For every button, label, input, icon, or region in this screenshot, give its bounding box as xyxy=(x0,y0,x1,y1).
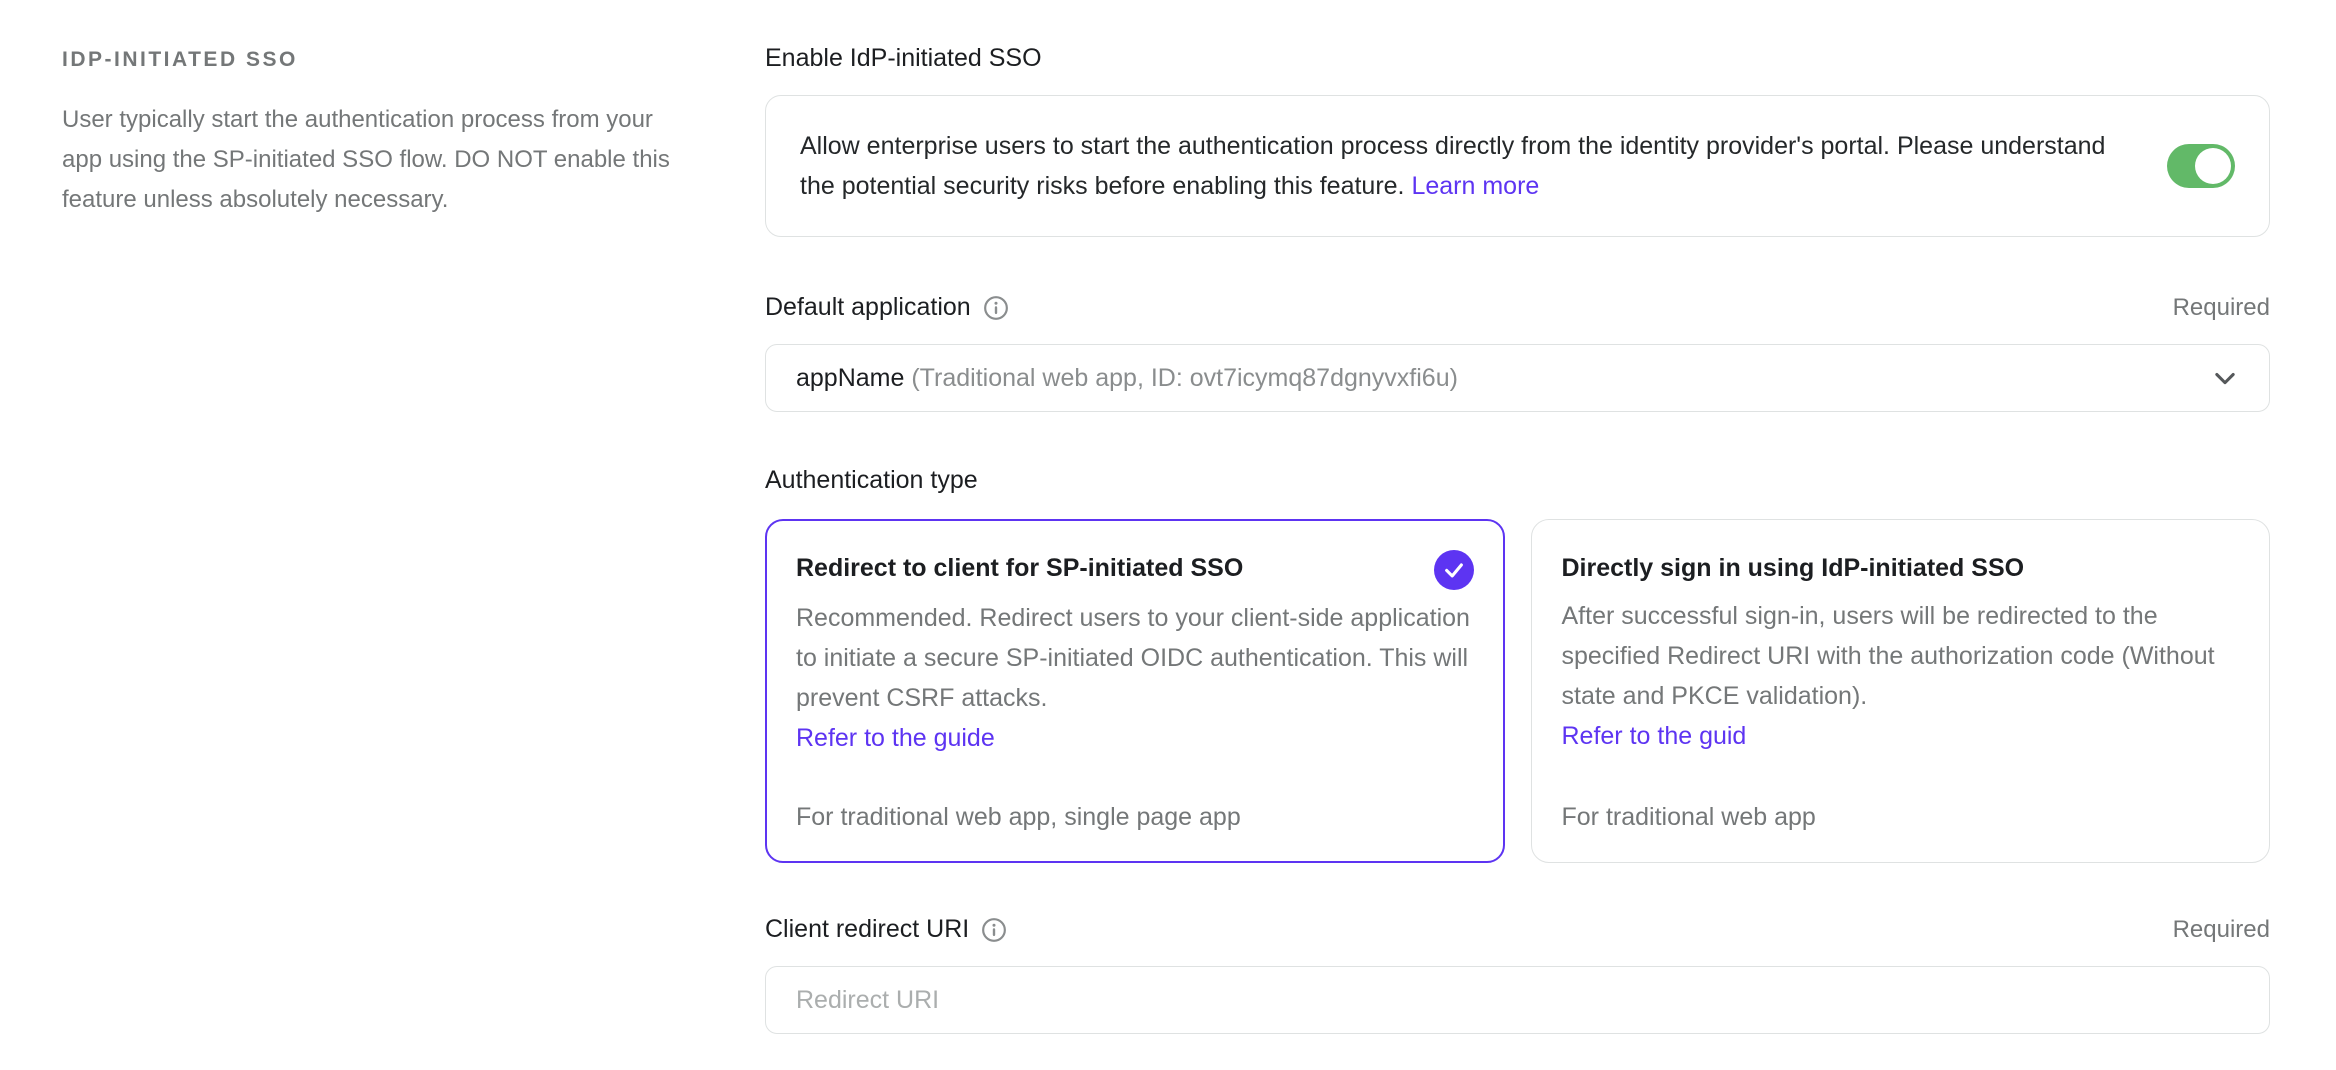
idp-initiated-sso-settings-page: IDP-INITIATED SSO User typically start t… xyxy=(0,0,2336,1070)
authentication-type-label: Authentication type xyxy=(765,466,978,495)
option-head: Redirect to client for SP-initiated SSO xyxy=(796,548,1474,590)
app-name: appName xyxy=(796,364,904,392)
default-application-label-text: Default application xyxy=(765,293,971,322)
info-icon[interactable] xyxy=(981,917,1007,943)
client-redirect-uri-label-text: Client redirect URI xyxy=(765,915,969,944)
section-description: User typically start the authentication … xyxy=(62,100,672,220)
option-description: After successful sign-in, users will be … xyxy=(1562,596,2240,716)
authentication-type-label-row: Authentication type xyxy=(765,466,2270,495)
option-head: Directly sign in using IdP-initiated SSO xyxy=(1562,548,2240,588)
required-badge: Required xyxy=(2173,294,2270,322)
option-description: Recommended. Redirect users to your clie… xyxy=(796,598,1474,718)
enable-sso-label: Enable IdP-initiated SSO xyxy=(765,44,1042,73)
section-heading: IDP-INITIATED SSO xyxy=(62,48,672,72)
selected-check-icon xyxy=(1434,550,1474,590)
default-application-value: appName (Traditional web app, ID: ovt7ic… xyxy=(796,364,1458,393)
authentication-type-options: Redirect to client for SP-initiated SSO … xyxy=(765,519,2270,863)
option-directly-sign-in[interactable]: Directly sign in using IdP-initiated SSO… xyxy=(1531,519,2271,863)
default-application-label-row: Default application Required xyxy=(765,293,2270,322)
learn-more-link[interactable]: Learn more xyxy=(1411,172,1539,200)
option-redirect-to-client[interactable]: Redirect to client for SP-initiated SSO … xyxy=(765,519,1505,863)
enable-sso-description: Allow enterprise users to start the auth… xyxy=(800,126,2127,206)
refer-guide-link[interactable]: Refer to the guide xyxy=(796,718,1474,758)
default-application-select[interactable]: appName (Traditional web app, ID: ovt7ic… xyxy=(765,344,2270,412)
enable-sso-card: Allow enterprise users to start the auth… xyxy=(765,95,2270,237)
settings-form: Enable IdP-initiated SSO Allow enterpris… xyxy=(765,44,2270,1034)
client-redirect-uri-input[interactable] xyxy=(796,986,2239,1015)
client-redirect-uri-label-row: Client redirect URI Required xyxy=(765,915,2270,944)
client-redirect-uri-label: Client redirect URI xyxy=(765,915,1007,944)
option-title: Directly sign in using IdP-initiated SSO xyxy=(1562,548,2025,588)
app-meta: (Traditional web app, ID: ovt7icymq87dgn… xyxy=(911,364,1458,392)
option-title: Redirect to client for SP-initiated SSO xyxy=(796,548,1243,588)
required-badge: Required xyxy=(2173,916,2270,944)
idp-sso-toggle[interactable] xyxy=(2167,144,2235,188)
option-footer: For traditional web app, single page app xyxy=(796,763,1474,832)
option-footer: For traditional web app xyxy=(1562,763,2240,832)
chevron-down-icon xyxy=(2211,364,2239,392)
info-icon[interactable] xyxy=(983,295,1009,321)
client-redirect-uri-field xyxy=(765,966,2270,1034)
default-application-label: Default application xyxy=(765,293,1009,322)
refer-guide-link[interactable]: Refer to the guid xyxy=(1562,716,2240,756)
enable-sso-label-row: Enable IdP-initiated SSO xyxy=(765,44,2270,73)
toggle-knob xyxy=(2195,148,2231,184)
section-description-column: IDP-INITIATED SSO User typically start t… xyxy=(62,48,672,220)
